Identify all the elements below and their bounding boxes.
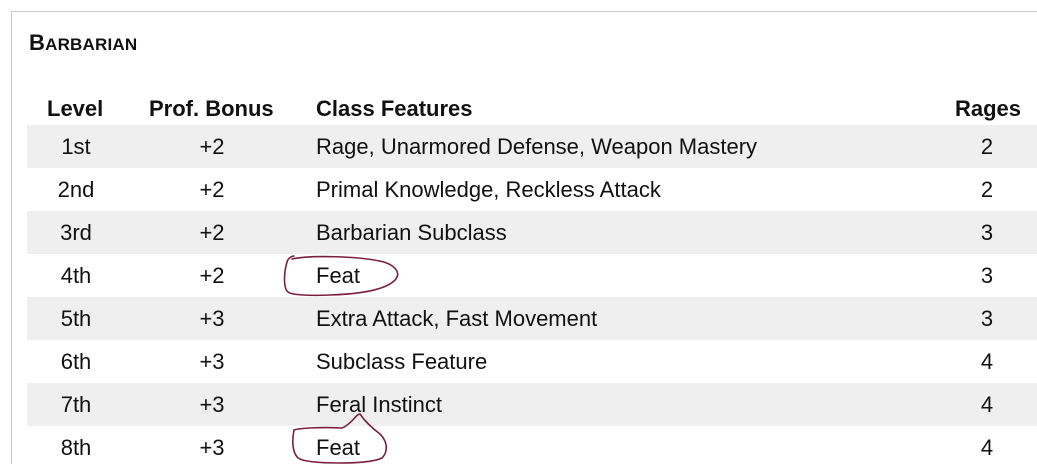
prof-bonus-cell: +2 <box>199 134 225 159</box>
header-class-features: Class Features <box>316 96 473 121</box>
rages-cell: 3 <box>980 263 994 288</box>
table-title: BARBARIAN <box>29 30 137 56</box>
table-row: 6th +3 Subclass Feature 4 <box>27 340 1037 383</box>
features-cell: Rage, Unarmored Defense, Weapon Mastery <box>316 134 758 159</box>
table-row: 4th +2 Feat 3 <box>27 254 1037 297</box>
prof-bonus-cell: +3 <box>199 435 225 460</box>
rages-cell: 4 <box>980 435 994 460</box>
level-cell: 4th <box>60 263 92 288</box>
features-cell: Extra Attack, Fast Movement <box>316 306 598 331</box>
level-cell: 6th <box>60 349 92 374</box>
rages-cell: 2 <box>980 134 994 159</box>
table-row: 3rd +2 Barbarian Subclass 3 <box>27 211 1037 254</box>
level-cell: 8th <box>60 435 92 460</box>
table-row: 7th +3 Feral Instinct 4 <box>27 383 1037 426</box>
table-row: 2nd +2 Primal Knowledge, Reckless Attack… <box>27 168 1037 211</box>
table-row: 1st +2 Rage, Unarmored Defense, Weapon M… <box>27 125 1037 168</box>
level-cell: 5th <box>60 306 92 331</box>
features-cell: Barbarian Subclass <box>316 220 507 245</box>
prof-bonus-cell: +3 <box>199 392 225 417</box>
header-prof-bonus: Prof. Bonus <box>149 96 274 121</box>
level-cell: 1st <box>61 134 91 159</box>
prof-bonus-cell: +3 <box>199 306 225 331</box>
rages-cell: 3 <box>980 220 994 245</box>
level-cell: 2nd <box>57 177 95 202</box>
level-cell: 3rd <box>60 220 92 245</box>
features-cell: Feat <box>316 263 361 288</box>
title-rest: ARBARIAN <box>45 35 138 54</box>
rages-cell: 2 <box>980 177 994 202</box>
features-cell: Primal Knowledge, Reckless Attack <box>316 177 661 202</box>
prof-bonus-cell: +2 <box>199 177 225 202</box>
prof-bonus-cell: +3 <box>199 349 225 374</box>
header-level: Level <box>47 96 104 121</box>
level-cell: 7th <box>60 392 92 417</box>
prof-bonus-cell: +2 <box>199 220 225 245</box>
rages-cell: 4 <box>980 349 994 374</box>
rages-cell: 4 <box>980 392 994 417</box>
table-row: 8th +3 Feat 4 <box>27 426 1037 464</box>
title-initial: B <box>29 30 46 55</box>
table-row: 5th +3 Extra Attack, Fast Movement 3 <box>27 297 1037 340</box>
prof-bonus-cell: +2 <box>199 263 225 288</box>
features-cell: Feral Instinct <box>316 392 442 417</box>
features-cell: Subclass Feature <box>316 349 488 374</box>
rages-cell: 3 <box>980 306 994 331</box>
features-cell: Feat <box>316 435 361 460</box>
header-rages: Rages <box>955 96 1022 121</box>
